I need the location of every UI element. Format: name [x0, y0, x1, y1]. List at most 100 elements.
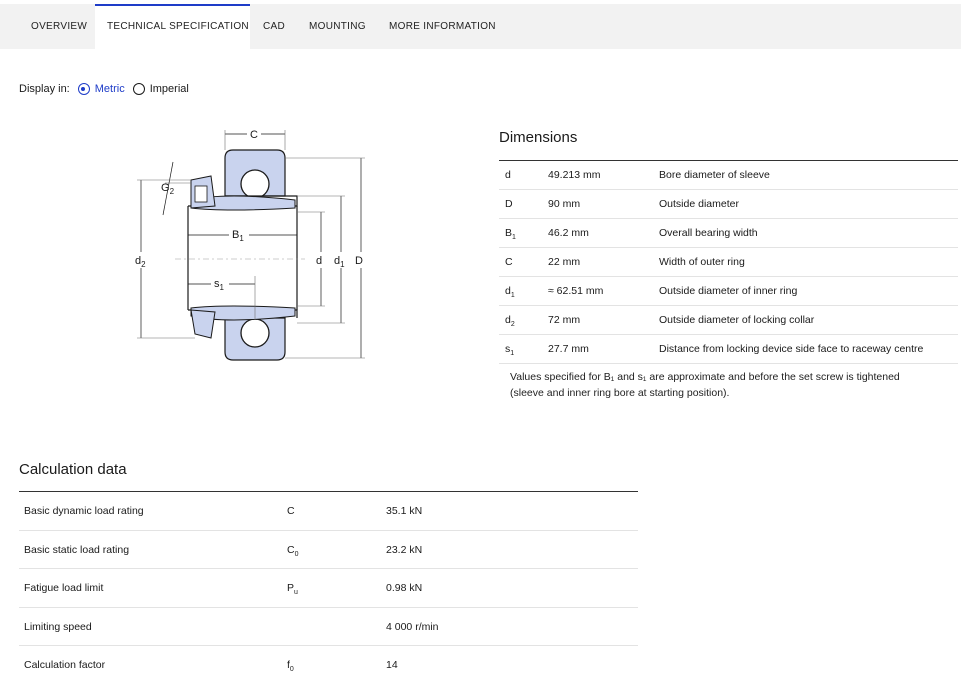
dimension-row: d1 ≈ 62.51 mm Outside diameter of inner ri…: [499, 277, 958, 306]
calculation-value: 4 000 r/min: [386, 620, 439, 633]
calculation-row: Basic dynamic load rating C 35.1 kN: [19, 492, 638, 531]
dimension-symbol: s1: [505, 335, 514, 368]
ball-top: [240, 169, 270, 199]
calculation-symbol-sub: 0: [294, 550, 299, 558]
dimension-description: Outside diameter of inner ring: [659, 285, 798, 297]
radio-unchecked-icon: [132, 83, 145, 95]
calculation-symbol: Pu: [287, 569, 298, 612]
dimension-value: 72 mm: [548, 314, 581, 326]
dimension-symbol-sub: 2: [510, 321, 515, 329]
dimension-symbol-sub: 1: [512, 234, 516, 242]
dim-C: C: [224, 128, 286, 150]
dimension-value: ≈ 62.51 mm: [548, 285, 604, 297]
locking-collar: [190, 175, 216, 339]
dimension-value: 22 mm: [548, 256, 581, 268]
label-s1-sub: 1: [220, 283, 225, 292]
dimension-symbol-sub: 1: [510, 350, 515, 358]
calculation-name: Basic dynamic load rating: [24, 505, 144, 517]
dimension-symbol-base: D: [505, 198, 513, 210]
imperial-radio-label: Imperial: [149, 83, 189, 95]
tab-more-information-label: MORE INFORMATION: [389, 21, 496, 32]
dimension-symbol-base: B: [505, 227, 513, 239]
calculation-name: Basic static load rating: [24, 543, 130, 556]
dimension-row: C 22 mm Width of outer ring: [499, 248, 958, 277]
label-d2-sub: 2: [141, 260, 146, 269]
calculation-row: Fatigue load limit Pu 0.98 kN: [19, 569, 638, 608]
tab-technical-specification[interactable]: TECHNICAL SPECIFICATION: [95, 4, 250, 49]
calculation-value: 35.1 kN: [386, 505, 423, 517]
display-units: Display in: Metric Imperial: [19, 81, 189, 97]
label-d: d: [316, 255, 322, 267]
radio-checked-icon: [77, 83, 90, 95]
dimension-row: B1 46.2 mm Overall bearing width: [499, 219, 958, 248]
dimension-symbol-base: C: [505, 256, 513, 268]
dimension-symbol-sub: 1: [510, 292, 515, 300]
calculation-value: 23.2 kN: [386, 543, 423, 556]
ball-bottom: [240, 318, 270, 348]
calculation-name: Calculation factor: [24, 659, 106, 671]
imperial-radio[interactable]: Imperial: [132, 83, 189, 95]
calculation-symbol-base: P: [287, 582, 295, 594]
dimensions-table: d 49.213 mm Bore diameter of sleeve D 90 mm O…: [499, 160, 958, 364]
calculation-title: Calculation data: [19, 461, 127, 478]
dimensions-note-line2: (sleeve and inner ring bore at starting …: [510, 387, 730, 399]
display-label: Display in:: [19, 83, 70, 95]
dimension-row: d 49.213 mm Bore diameter of sleeve: [499, 161, 958, 190]
dimension-value: 46.2 mm: [548, 227, 589, 239]
dim-G2: G2: [161, 161, 191, 216]
calculation-symbol: C0: [287, 531, 299, 574]
label-D: D: [355, 255, 363, 267]
dimension-value: 49.213 mm: [548, 169, 601, 181]
dimension-description: Width of outer ring: [659, 256, 745, 268]
dimension-description: Outside diameter: [659, 198, 739, 210]
label-C: C: [250, 129, 258, 141]
calculation-symbol: f0: [287, 646, 294, 677]
label-B1-sub: 1: [239, 234, 244, 243]
dimension-value: 90 mm: [548, 198, 581, 210]
calculation-value: 14: [386, 659, 398, 671]
tab-more-information[interactable]: MORE INFORMATION: [389, 4, 496, 49]
tab-overview-label: OVERVIEW: [31, 21, 88, 32]
dimension-value: 27.7 mm: [548, 343, 589, 355]
tab-technical-specification-label: TECHNICAL SPECIFICATION: [107, 21, 249, 32]
calculation-row: Calculation factor f0 14: [19, 646, 638, 677]
dim-B1: B1: [188, 226, 297, 243]
dimension-description: Overall bearing width: [659, 227, 758, 239]
calculation-row: Limiting speed 4 000 r/min: [19, 608, 638, 646]
label-B1: B: [232, 229, 239, 241]
dimensions-note: Values specified for B₁ and s₁ are appro…: [510, 369, 950, 401]
calculation-symbol-base: C: [287, 543, 295, 556]
dimension-row: D 90 mm Outside diameter: [499, 190, 958, 219]
tab-overview[interactable]: OVERVIEW: [31, 4, 87, 49]
dimension-description: Distance from locking device side face t…: [659, 343, 924, 355]
tab-cad-label: CAD: [263, 21, 286, 32]
tab-mounting[interactable]: MOUNTING: [309, 4, 366, 49]
dimension-row: d2 72 mm Outside diameter of locking colla…: [499, 306, 958, 335]
metric-radio[interactable]: Metric: [77, 83, 125, 95]
calculation-symbol-base: C: [287, 505, 295, 517]
dimensions-note-line1: Values specified for B₁ and s₁ are appro…: [510, 371, 900, 383]
tab-mounting-label: MOUNTING: [309, 21, 366, 32]
svg-text:G2: G2: [161, 182, 175, 196]
label-G2-sub: 2: [170, 187, 175, 196]
calculation-table: Basic dynamic load rating C 35.1 kN Basic s…: [19, 491, 638, 677]
dimension-description: Bore diameter of sleeve: [659, 169, 770, 181]
dimension-description: Outside diameter of locking collar: [659, 314, 815, 326]
calculation-row: Basic static load rating C0 23.2 kN: [19, 531, 638, 569]
tab-cad[interactable]: CAD: [263, 4, 285, 49]
dimension-row: s1 27.7 mm Distance from locking device si…: [499, 335, 958, 364]
calculation-symbol-sub: 0: [289, 666, 294, 674]
dimension-symbol-base: d: [505, 169, 511, 181]
metric-radio-label: Metric: [94, 83, 125, 95]
label-d1-sub: 1: [340, 260, 345, 269]
inner-ring-section: [187, 195, 298, 321]
calculation-symbol-sub: u: [294, 589, 298, 597]
bearing-dimension-drawing: C G2 d2 B1 s1 d d1 D: [133, 128, 368, 361]
calculation-symbol: C: [287, 492, 295, 535]
tab-bar: OVERVIEW TECHNICAL SPECIFICATION CAD MOU…: [0, 4, 961, 49]
dimensions-title: Dimensions: [499, 129, 578, 146]
calculation-name: Limiting speed: [24, 620, 92, 633]
calculation-value: 0.98 kN: [386, 582, 423, 594]
calculation-name: Fatigue load limit: [24, 582, 104, 594]
label-G2: G: [161, 182, 170, 194]
